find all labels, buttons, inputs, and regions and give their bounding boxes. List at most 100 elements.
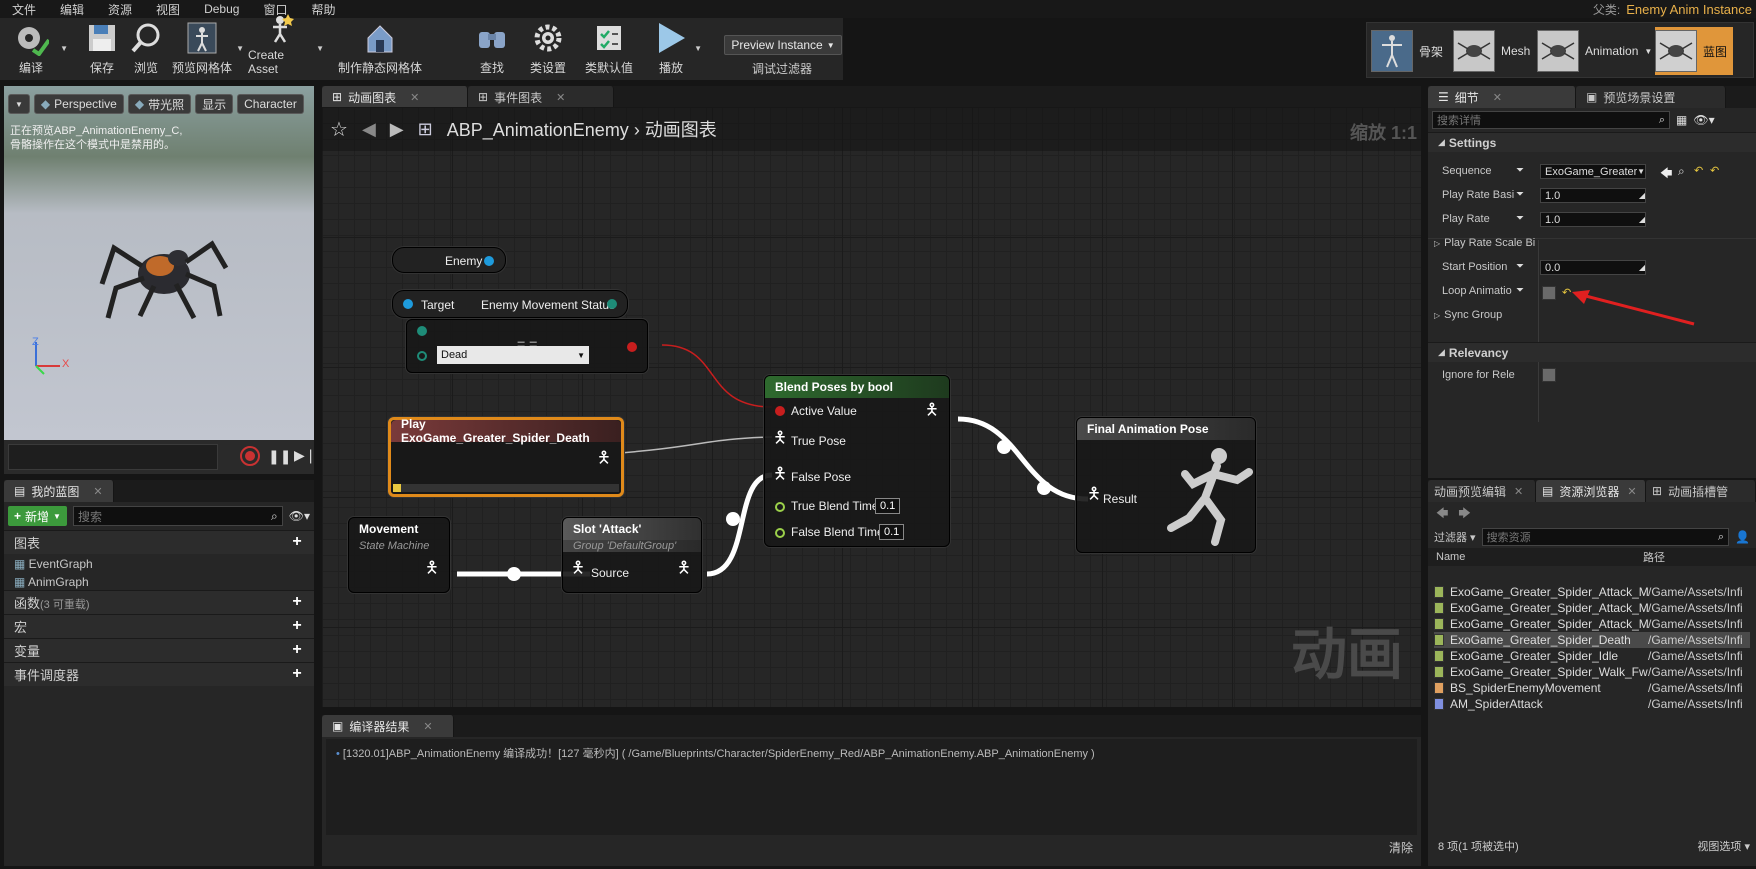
false-blend-time-input[interactable]: 0.1 [879,524,905,540]
menu-asset[interactable]: 资源 [96,1,144,18]
false-blend-time-pin[interactable] [775,528,785,538]
class-defaults-button[interactable]: 类默认值 [584,18,634,80]
variables-section[interactable]: 变量 + [4,638,314,662]
add-function-icon[interactable]: + [290,593,304,610]
node-slot-attack[interactable]: Slot 'Attack' Group 'DefaultGroup' 🯅 Sou… [562,517,702,593]
reset-default-icon[interactable]: ↶ [1710,164,1719,177]
mode-skeleton[interactable]: 骨架 [1371,27,1443,75]
parent-class-value[interactable]: Enemy Anim Instance [1626,2,1752,17]
make-static-mesh-button[interactable]: 制作静态网格体 [332,18,428,80]
save-button[interactable]: 保存 [84,18,120,80]
target-pin[interactable] [403,299,413,309]
grid-view-icon[interactable]: ▦ [1676,113,1687,127]
anim-graph-canvas[interactable]: ☆ ◀ ▶ ⊞ ABP_AnimationEnemy › 动画图表 缩放 1:1… [322,107,1421,707]
enum-value-dropdown[interactable]: Dead ▼ [437,346,589,364]
add-dispatcher-icon[interactable]: + [290,665,304,682]
graph-item-animgraph[interactable]: ▦ AnimGraph [4,572,314,590]
tab-compiler-results[interactable]: ▣ 编译器结果 ✕ [322,715,454,737]
asset-row[interactable]: ExoGame_Greater_Spider_Attack_M/Game/Ass… [1434,616,1750,632]
lit-button[interactable]: ◆ 带光照 [127,94,192,114]
eye-icon[interactable]: 👁▾ [289,509,310,523]
asset-row[interactable]: BS_SpiderEnemyMovement/Game/Assets/Infi [1434,680,1750,696]
add-graph-icon[interactable]: + [290,533,304,550]
column-path[interactable]: 路径 [1643,549,1665,565]
pin-toggle-icon[interactable]: ⏷ [1516,189,1524,200]
reset-icon[interactable]: ↶ [1694,164,1703,177]
pose-output-pin[interactable]: 🯅 [677,561,691,577]
back-arrow-icon[interactable]: 🡄 [1436,504,1448,525]
details-search-input[interactable]: 搜索详情 ⌕ [1432,111,1670,129]
node-final-animation-pose[interactable]: Final Animation Pose 🯅 Result [1076,417,1256,553]
menu-help[interactable]: 帮助 [299,1,347,18]
eye-icon[interactable]: 👁▾ [1693,113,1714,127]
sync-group-row[interactable]: ▷ Sync Group [1434,306,1502,324]
add-variable-icon[interactable]: + [290,641,304,658]
menu-view[interactable]: 视图 [144,1,192,18]
mode-blueprint[interactable]: 蓝图 [1655,27,1734,75]
clear-button[interactable]: 清除 [1389,839,1413,856]
character-button[interactable]: Character [237,94,304,114]
true-pose-pin[interactable]: 🯅 [773,431,787,447]
sequence-dropdown[interactable]: ExoGame_Greater_ ▼ [1540,164,1646,179]
node-blend-poses-by-bool[interactable]: Blend Poses by bool Active Value 🯅 🯅 Tru… [764,375,950,547]
show-button[interactable]: 显示 [195,94,234,114]
dispatchers-section[interactable]: 事件调度器 + [4,662,314,686]
asset-row[interactable]: AM_SpiderAttack/Game/Assets/Infi [1434,696,1750,712]
class-settings-button[interactable]: 类设置 [526,18,570,80]
enum-input-pin[interactable] [417,351,427,361]
viewport[interactable]: ▼ ◆ Perspective ◆ 带光照 显示 Character 正在预览ABP… [4,86,314,440]
menu-debug[interactable]: Debug [192,2,251,16]
false-pose-pin[interactable]: 🯅 [773,467,787,483]
create-asset-button[interactable]: Create Asset ▼ [248,14,324,80]
timeline[interactable] [8,444,218,470]
add-new-button[interactable]: + 新增 ▼ [8,506,67,526]
result-pin[interactable]: 🯅 [1087,487,1101,503]
asset-row[interactable]: ExoGame_Greater_Spider_Idle/Game/Assets/… [1434,648,1750,664]
play-rate-input[interactable]: 1.0 ◢ [1540,212,1646,227]
chevron-down-icon[interactable]: ▼ [1644,47,1652,56]
pose-output-pin[interactable]: 🯅 [425,561,439,577]
find-button[interactable]: 查找 [474,18,510,80]
tab-event-graph[interactable]: ⊞ 事件图表 ✕ [468,86,614,108]
source-pin[interactable]: 🯅 [571,561,585,577]
active-value-pin[interactable] [775,406,785,416]
pin-toggle-icon[interactable]: ⏷ [1516,261,1524,272]
close-icon[interactable]: ✕ [556,91,565,104]
chevron-down-icon[interactable]: ▼ [694,44,702,53]
bool-output-pin[interactable] [627,342,637,352]
step-forward-icon[interactable]: ▶❘ [294,447,317,464]
tab-asset-browser[interactable]: ▤ 资源浏览器 ✕ [1536,480,1646,502]
relevancy-section[interactable]: ◢ Relevancy [1428,342,1756,362]
true-blend-time-pin[interactable] [775,502,785,512]
preview-mesh-button[interactable]: 预览网格体 ▼ [172,18,244,80]
browse-magnifier-icon[interactable]: ⌕ [1678,164,1685,179]
pose-output-pin[interactable]: 🯅 [597,451,611,467]
enum-output-pin[interactable] [607,299,617,309]
settings-section[interactable]: ◢ Settings [1428,132,1756,152]
node-equal-enum[interactable]: = = Dead ▼ [406,319,648,373]
tab-anim-preview[interactable]: 动画预览编辑 ✕ [1428,480,1536,502]
blueprint-search-input[interactable]: 搜索 ⌕ [72,506,283,526]
functions-section[interactable]: 函数(3 可重载) + [4,590,314,614]
play-rate-basis-input[interactable]: 1.0 ◢ [1540,188,1646,203]
close-icon[interactable]: ✕ [1514,485,1523,498]
asset-row[interactable]: ExoGame_Greater_Spider_Walk_Fw/Game/Asse… [1434,664,1750,680]
close-icon[interactable]: ✕ [1493,91,1502,104]
asset-row-selected[interactable]: ExoGame_Greater_Spider_Death/Game/Assets… [1434,632,1750,648]
chevron-down-icon[interactable]: ▼ [236,44,244,53]
pose-output-pin[interactable]: 🯅 [925,403,939,419]
column-name[interactable]: Name [1436,551,1465,563]
pin-toggle-icon[interactable]: ⏷ [1516,285,1524,296]
true-blend-time-input[interactable]: 0.1 [875,498,901,514]
forward-arrow-icon[interactable]: 🡆 [1458,504,1470,525]
close-icon[interactable]: ✕ [1627,485,1636,498]
filter-dropdown[interactable]: 过滤器 ▾ [1434,529,1476,545]
add-macro-icon[interactable]: + [290,617,304,634]
object-pin[interactable] [484,256,494,266]
user-icon[interactable]: 👤 [1735,530,1750,544]
tab-my-blueprint[interactable]: ▤ 我的蓝图 ✕ [4,480,114,502]
asset-row[interactable]: ExoGame_Greater_Spider_Attack_M/Game/Ass… [1434,600,1750,616]
view-options-button[interactable]: 视图选项 ▾ [1697,838,1750,854]
macros-section[interactable]: 宏 + [4,614,314,638]
menu-file[interactable]: 文件 [0,1,48,18]
